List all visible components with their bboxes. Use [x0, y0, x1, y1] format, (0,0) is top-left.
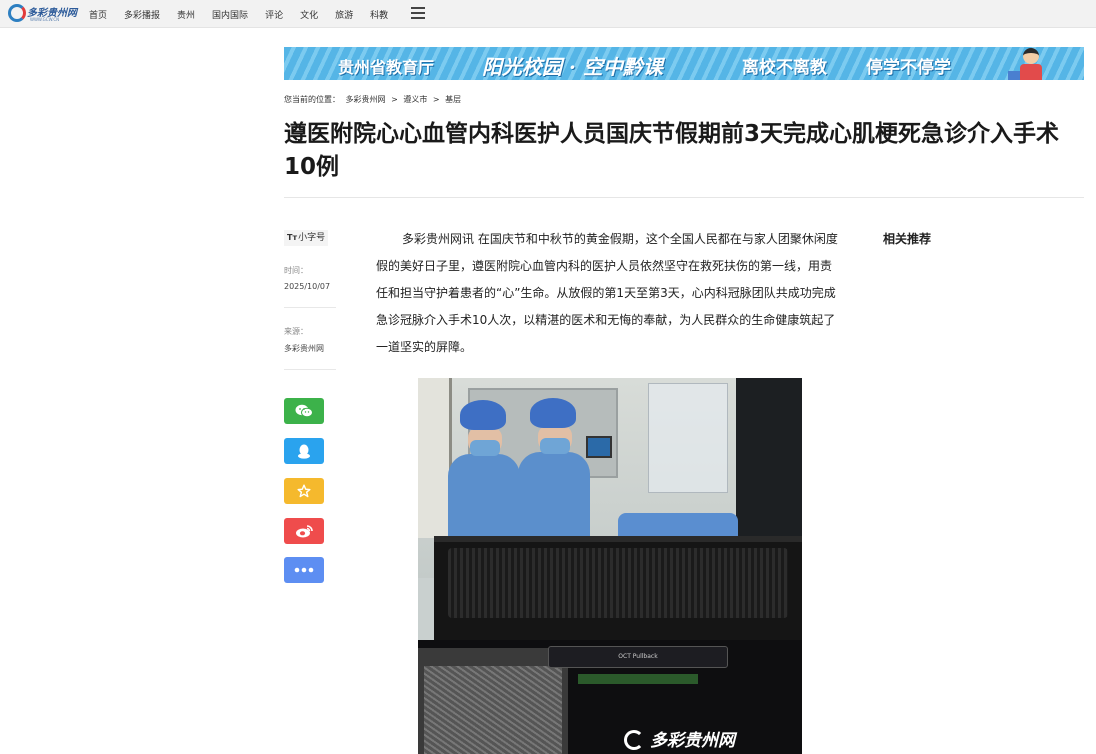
source-value: 多彩贵州网 [284, 344, 324, 353]
title-divider [284, 197, 1084, 198]
share-qq-button[interactable] [284, 438, 324, 464]
watermark-logo-icon [624, 730, 644, 750]
article-photo-surgery: OCT Pullback 多彩贵州网 [418, 378, 802, 754]
education-banner[interactable]: 贵州省教育厅 阳光校园 · 空中黔课 离校不离教 停学不停学 [284, 47, 1084, 80]
breadcrumb-link-grassroots[interactable]: 基层 [445, 95, 461, 104]
qq-icon [298, 444, 310, 459]
nav-item-culture[interactable]: 文化 [300, 8, 318, 21]
share-wechat-button[interactable] [284, 398, 324, 424]
breadcrumb-separator: > [432, 95, 440, 104]
breadcrumb-label: 您当前的位置： [284, 95, 340, 104]
nav-item-travel[interactable]: 旅游 [335, 8, 353, 21]
breadcrumb-separator: > [391, 95, 398, 104]
font-size-label: 小字号 [298, 233, 326, 243]
font-size-toggle[interactable]: Tт小字号 [284, 230, 329, 246]
nav-item-domestic-international[interactable]: 国内国际 [212, 8, 248, 21]
site-logo[interactable]: 多彩贵州网 WWW.GCW.CN [8, 4, 77, 24]
wechat-icon [295, 404, 313, 418]
logo-url: WWW.GCW.CN [30, 17, 60, 22]
nav-item-science-education[interactable]: 科教 [370, 8, 388, 21]
share-more-button[interactable] [284, 557, 324, 583]
logo-g-icon [8, 4, 26, 22]
font-size-icon: Tт [287, 233, 298, 242]
student-illustration [1008, 47, 1044, 80]
banner-text-slogan-1: 离校不离教 [742, 58, 827, 78]
photo-screen-label: OCT Pullback [548, 646, 728, 668]
more-dots-icon [294, 567, 314, 573]
nav-item-guizhou[interactable]: 贵州 [177, 8, 195, 21]
nav-item-broadcast[interactable]: 多彩播报 [124, 8, 160, 21]
breadcrumb-link-home[interactable]: 多彩贵州网 [346, 95, 386, 104]
breadcrumb-link-zunyi[interactable]: 遵义市 [403, 95, 427, 104]
nav-item-commentary[interactable]: 评论 [265, 8, 283, 21]
article-body-paragraph: 多彩贵州网讯 在国庆节和中秋节的黄金假期，这个全国人民都在与家人团聚休闲度假的美… [376, 232, 838, 354]
source-label: 来源： [284, 327, 308, 336]
meta-divider [284, 369, 336, 370]
publish-time: 2025/10/07 [284, 282, 331, 291]
top-nav-bar: 多彩贵州网 WWW.GCW.CN 首页 多彩播报 贵州 国内国际 评论 文化 旅… [0, 0, 1096, 28]
hamburger-menu-icon[interactable] [411, 7, 425, 19]
banner-text-dept: 贵州省教育厅 [338, 58, 435, 77]
main-nav: 首页 多彩播报 贵州 国内国际 评论 文化 旅游 科教 [89, 0, 405, 28]
banner-text-campaign: 阳光校园 · 空中黔课 [482, 55, 663, 79]
breadcrumb: 您当前的位置： 多彩贵州网 > 遵义市 > 基层 [284, 94, 464, 105]
related-recommendations-heading: 相关推荐 [883, 232, 932, 246]
article-title: 遵医附院心心血管内科医护人员国庆节假期前3天完成心肌梗死急诊介入手术10例 [284, 121, 1060, 180]
nav-item-home[interactable]: 首页 [89, 8, 107, 21]
share-weibo-button[interactable] [284, 518, 324, 544]
meta-divider [284, 307, 336, 308]
photo-watermark: 多彩贵州网 [650, 731, 735, 751]
share-qzone-button[interactable] [284, 478, 324, 504]
time-label: 时间： [284, 266, 308, 275]
banner-text-slogan-2: 停学不停学 [866, 58, 951, 78]
star-icon [297, 484, 311, 498]
weibo-icon [296, 525, 313, 538]
